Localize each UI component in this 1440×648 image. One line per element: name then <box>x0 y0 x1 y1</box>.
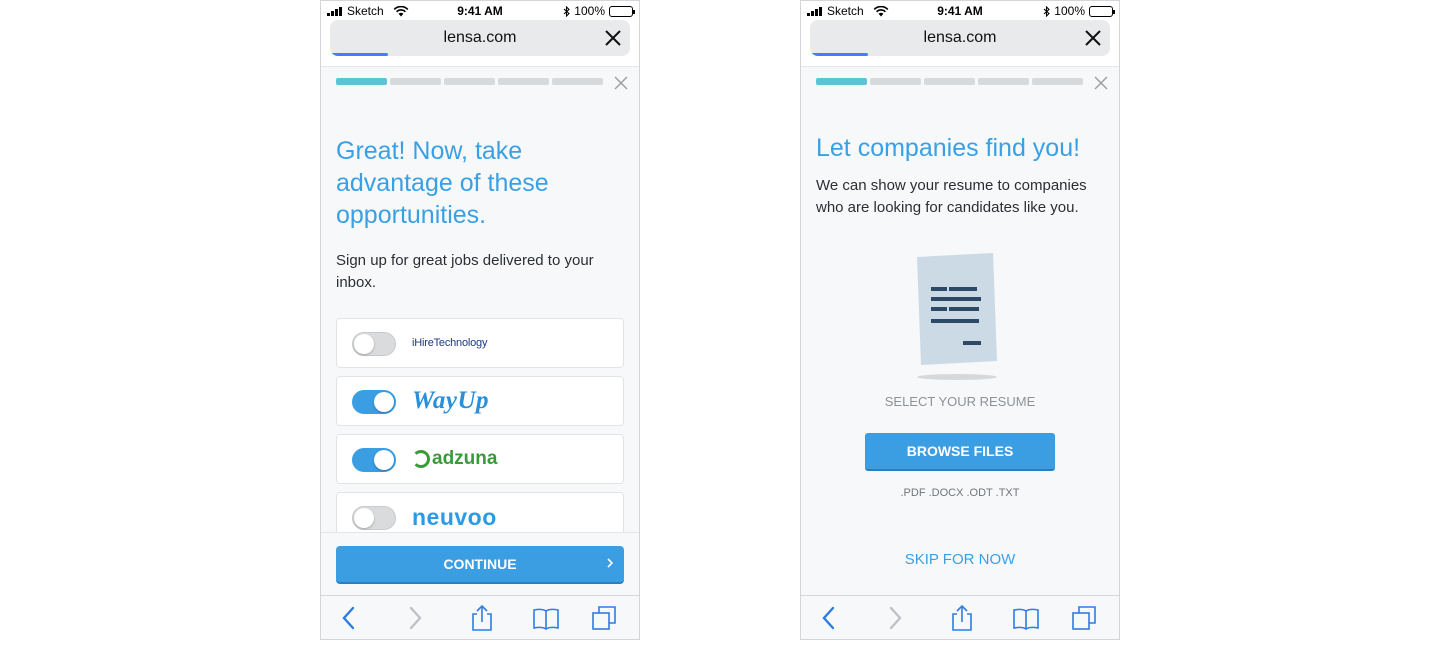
forward-icon[interactable] <box>401 604 427 632</box>
bluetooth-icon <box>1043 5 1051 17</box>
partner-card-wayup[interactable]: WayUp <box>336 376 624 426</box>
partner-toggle[interactable] <box>352 448 396 472</box>
phone-screen-resume: Sketch 9:41 AM 100% lensa.com Let compan… <box>800 0 1120 640</box>
continue-label: CONTINUE <box>443 556 517 572</box>
resume-document-icon <box>917 253 997 380</box>
tabs-icon[interactable] <box>591 604 617 632</box>
progress-segment <box>978 78 1029 85</box>
select-resume-label: SELECT YOUR RESUME <box>884 394 1036 409</box>
chevron-right-icon <box>607 558 614 568</box>
status-right: 100% <box>563 4 635 18</box>
page-title: Let companies find you! <box>816 134 1081 162</box>
partner-name: neuvoo <box>412 503 497 530</box>
share-icon[interactable] <box>949 604 975 632</box>
close-icon[interactable] <box>613 75 629 91</box>
continue-button[interactable]: CONTINUE <box>336 546 624 584</box>
close-icon[interactable] <box>1093 75 1109 91</box>
address-bar[interactable]: lensa.com <box>810 20 1110 56</box>
progress-segment <box>870 78 921 85</box>
back-icon[interactable] <box>817 604 843 632</box>
step-progress <box>336 78 603 85</box>
progress-segment <box>1032 78 1083 85</box>
progress-segment <box>816 78 867 85</box>
step-progress <box>816 78 1083 85</box>
progress-segment <box>924 78 975 85</box>
browser-toolbar <box>801 595 1119 639</box>
partner-name: WayUp <box>412 387 490 414</box>
close-icon[interactable] <box>602 27 624 49</box>
partner-name: adzuna <box>432 448 498 469</box>
partner-toggle[interactable] <box>352 390 396 414</box>
partner-card-adzuna[interactable]: adzuna <box>336 434 624 484</box>
page-title: Great! Now, take advantage of these oppo… <box>336 137 549 229</box>
file-formats: .PDF .DOCX .ODT .TXT <box>900 487 1020 499</box>
status-right: 100% <box>1043 4 1115 18</box>
partner-name: iHireTechnology <box>412 337 488 349</box>
wayup-logo: WayUp <box>412 377 489 425</box>
adzuna-mark-icon <box>412 450 430 468</box>
skip-link[interactable]: SKIP FOR NOW <box>801 551 1119 568</box>
page-content: Let companies find you! We can show your… <box>801 66 1119 595</box>
status-bar: Sketch 9:41 AM 100% <box>321 1 639 21</box>
bookmarks-icon[interactable] <box>1013 604 1039 632</box>
progress-segment <box>498 78 549 85</box>
share-icon[interactable] <box>469 604 495 632</box>
status-bar: Sketch 9:41 AM 100% <box>801 1 1119 21</box>
forward-icon[interactable] <box>881 604 907 632</box>
tabs-icon[interactable] <box>1071 604 1097 632</box>
battery-percent: 100% <box>1054 4 1085 18</box>
browser-toolbar <box>321 595 639 639</box>
partner-card-ihire[interactable]: iHireTechnology <box>336 318 624 368</box>
partner-toggle[interactable] <box>352 506 396 530</box>
url-text: lensa.com <box>923 29 997 46</box>
back-icon[interactable] <box>337 604 363 632</box>
loading-indicator <box>810 53 868 56</box>
battery-icon <box>609 5 635 17</box>
page-subtitle: We can show your resume to companies who… <box>816 177 1087 216</box>
bookmarks-icon[interactable] <box>533 604 559 632</box>
progress-segment <box>552 78 603 85</box>
progress-segment <box>444 78 495 85</box>
progress-segment <box>336 78 387 85</box>
ihire-logo: iHireTechnology <box>412 319 487 367</box>
continue-panel: CONTINUE <box>321 532 639 595</box>
bluetooth-icon <box>563 5 571 17</box>
loading-indicator <box>330 53 388 56</box>
close-icon[interactable] <box>1082 27 1104 49</box>
browse-files-button[interactable]: BROWSE FILES <box>865 433 1055 471</box>
battery-icon <box>1089 5 1115 17</box>
url-text: lensa.com <box>443 29 517 46</box>
progress-segment <box>390 78 441 85</box>
adzuna-logo: adzuna <box>412 435 497 483</box>
page-content: Great! Now, take advantage of these oppo… <box>321 66 639 595</box>
partner-toggle[interactable] <box>352 332 396 356</box>
address-bar[interactable]: lensa.com <box>330 20 630 56</box>
phone-screen-opportunities: Sketch 9:41 AM 100% lensa.com Great! Now… <box>320 0 640 640</box>
battery-percent: 100% <box>574 4 605 18</box>
page-subtitle: Sign up for great jobs delivered to your… <box>336 252 594 291</box>
